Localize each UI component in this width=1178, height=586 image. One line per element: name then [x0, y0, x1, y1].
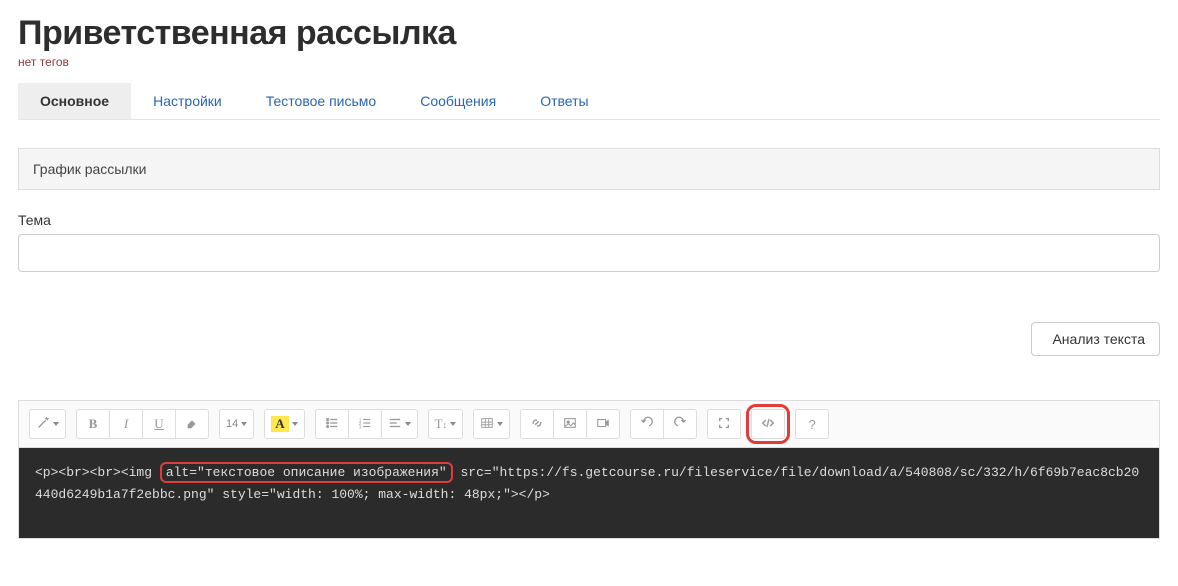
tab-messages[interactable]: Сообщения	[398, 83, 518, 119]
page-title: Приветственная рассылка	[18, 14, 1160, 53]
image-button[interactable]	[553, 409, 587, 439]
subject-input[interactable]	[18, 234, 1160, 272]
font-size-label: 14	[226, 418, 238, 430]
list-ol-icon: 123	[358, 416, 372, 433]
video-icon	[596, 416, 610, 433]
undo-icon	[640, 416, 654, 433]
ordered-list-button[interactable]: 123	[348, 409, 382, 439]
italic-button[interactable]: I	[109, 409, 143, 439]
analyze-text-label: Анализ текста	[1052, 331, 1145, 347]
video-button[interactable]	[586, 409, 620, 439]
redo-icon	[673, 416, 687, 433]
link-button[interactable]	[520, 409, 554, 439]
code-pre: <p><br><br><img	[35, 465, 160, 480]
font-color-icon: A	[271, 416, 288, 432]
list-ul-icon	[325, 416, 339, 433]
magic-wand-icon	[36, 416, 50, 433]
code-icon	[761, 416, 775, 433]
font-size-button[interactable]: 14	[219, 409, 254, 439]
code-editor[interactable]: <p><br><br><img alt="текстовое описание …	[19, 448, 1159, 538]
link-icon	[530, 416, 544, 433]
tab-main[interactable]: Основное	[18, 83, 131, 119]
text-height-icon: T↕	[435, 416, 447, 432]
undo-button[interactable]	[630, 409, 664, 439]
table-button[interactable]	[473, 409, 510, 439]
tab-replies[interactable]: Ответы	[518, 83, 610, 119]
chevron-down-icon	[53, 422, 59, 426]
underline-button[interactable]: U	[142, 409, 176, 439]
subject-label: Тема	[18, 212, 1160, 228]
schedule-panel-title: График рассылки	[33, 161, 146, 177]
chevron-down-icon	[292, 422, 298, 426]
align-left-icon	[388, 416, 402, 433]
bold-button[interactable]: B	[76, 409, 110, 439]
chevron-down-icon	[497, 422, 503, 426]
tab-settings[interactable]: Настройки	[131, 83, 244, 119]
chevron-down-icon	[241, 422, 247, 426]
editor: B I U 14 A	[18, 400, 1160, 539]
fullscreen-button[interactable]	[707, 409, 741, 439]
fullscreen-icon	[717, 416, 731, 433]
redo-button[interactable]	[663, 409, 697, 439]
chevron-down-icon	[405, 422, 411, 426]
code-view-button[interactable]	[751, 409, 785, 439]
magic-button[interactable]	[29, 409, 66, 439]
tabs: Основное Настройки Тестовое письмо Сообщ…	[18, 83, 1160, 120]
svg-text:3: 3	[359, 424, 362, 429]
eraser-icon	[185, 416, 199, 433]
font-color-button[interactable]: A	[264, 409, 304, 439]
unordered-list-button[interactable]	[315, 409, 349, 439]
table-icon	[480, 416, 494, 433]
editor-toolbar: B I U 14 A	[19, 401, 1159, 448]
help-button[interactable]: ?	[795, 409, 829, 439]
image-icon	[563, 416, 577, 433]
code-highlight: alt="текстовое описание изображения"	[160, 462, 453, 483]
analyze-text-button[interactable]: Анализ текста	[1031, 322, 1160, 356]
chevron-down-icon	[450, 422, 456, 426]
clear-format-button[interactable]	[175, 409, 209, 439]
schedule-panel[interactable]: График рассылки	[18, 148, 1160, 190]
paragraph-button[interactable]	[381, 409, 418, 439]
line-height-button[interactable]: T↕	[428, 409, 463, 439]
no-tags-label: нет тегов	[18, 55, 1160, 69]
tab-test-mail[interactable]: Тестовое письмо	[244, 83, 398, 119]
